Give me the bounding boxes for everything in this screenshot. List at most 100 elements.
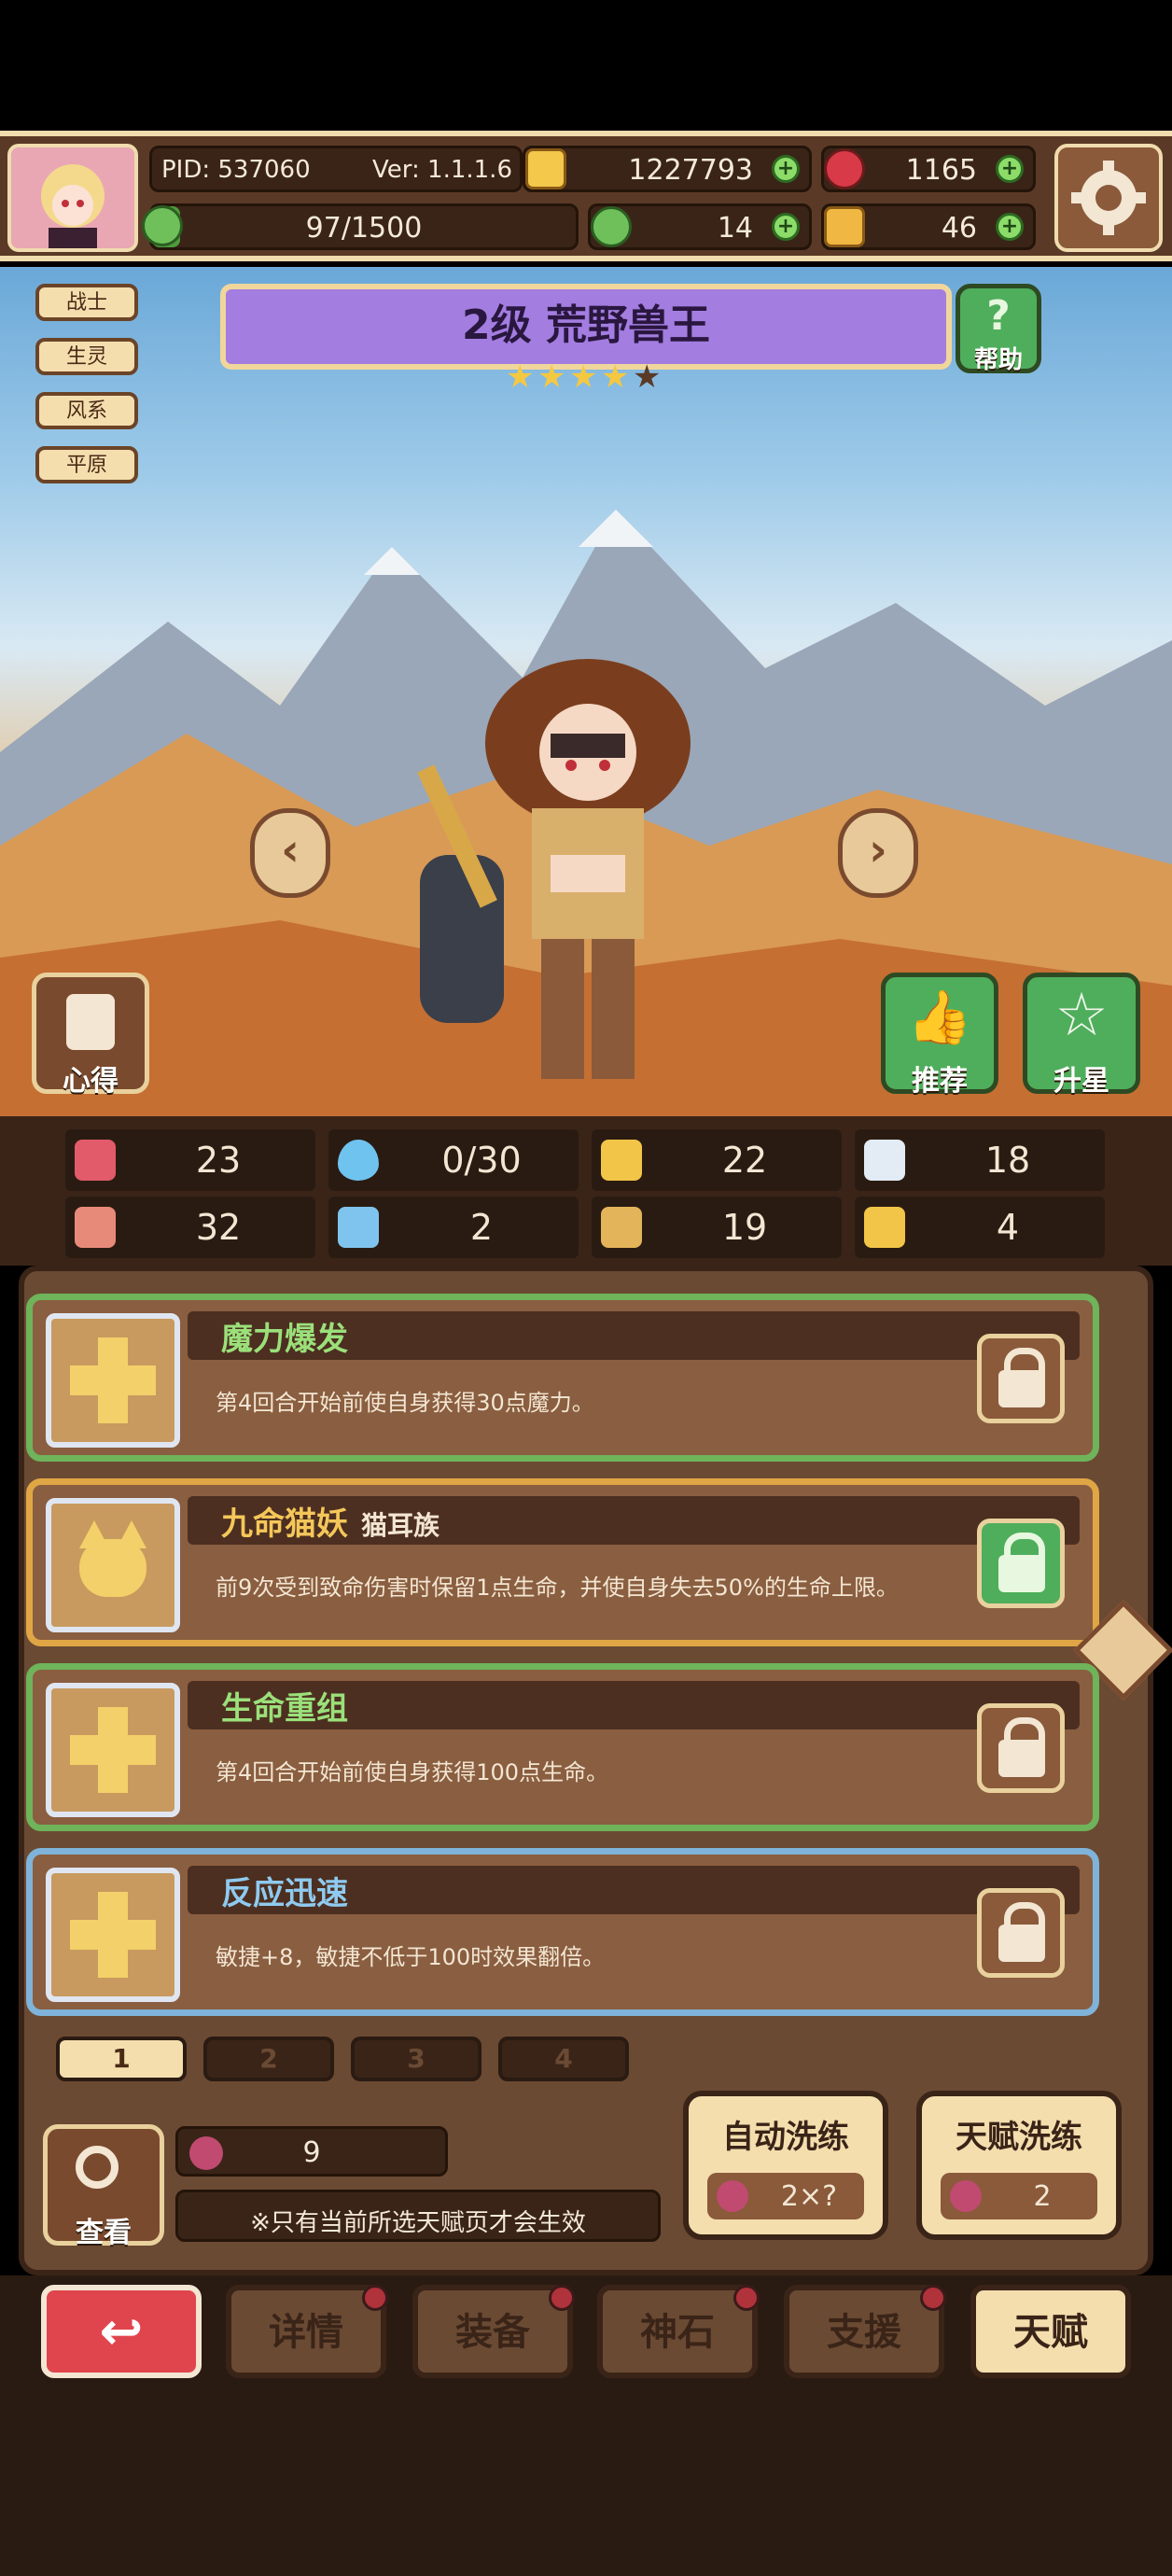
talent-title-row: 魔力爆发 xyxy=(221,1313,361,1359)
unlock-toggle-button[interactable] xyxy=(977,1334,1065,1423)
add-gold-button[interactable]: + xyxy=(772,155,800,183)
gems-panel: 1165 + xyxy=(821,146,1036,192)
add-keys-button[interactable]: + xyxy=(996,213,1024,241)
left-arrow-button[interactable]: ‹ xyxy=(250,808,330,898)
page-tab-label: 1 xyxy=(112,2043,131,2074)
talent-card[interactable]: 魔力爆发 第4回合开始前使自身获得30点魔力。 xyxy=(26,1294,1099,1462)
stat-health: 23 xyxy=(65,1129,315,1191)
talent-description: 前9次受到致命伤害时保留1点生命，并使自身失去50%的生命上限。 xyxy=(216,1575,899,1601)
back-button[interactable]: ↩ xyxy=(41,2285,202,2378)
clover-icon xyxy=(591,206,632,247)
notice-banner: ※只有当前所选天赋页才会生效 xyxy=(175,2190,661,2242)
stat-luck-value: 4 xyxy=(996,1207,1020,1248)
auto-reroll-label: 自动洗练 xyxy=(722,2119,849,2156)
page-tab-label: 2 xyxy=(259,2043,278,2074)
tag-race[interactable]: 生灵 xyxy=(35,338,138,375)
talent-title: 反应迅速 xyxy=(221,1875,348,1912)
stat-attack-value: 32 xyxy=(195,1207,242,1248)
gold-coin-icon xyxy=(525,148,566,189)
view-button[interactable]: 查看 xyxy=(43,2124,164,2249)
lock-toggle-button[interactable] xyxy=(977,1519,1065,1608)
fruit-icon xyxy=(717,2180,748,2212)
notification-dot xyxy=(920,2285,946,2311)
nav-support-button[interactable]: 支援 xyxy=(784,2285,946,2378)
talent-card[interactable]: 生命重组 第4回合开始前使自身获得100点生命。 xyxy=(26,1663,1099,1831)
notes-label: 心得 xyxy=(63,1065,119,1098)
tag-element[interactable]: 风系 xyxy=(35,392,138,429)
talent-reroll-cost-box: 2 xyxy=(941,2173,1097,2219)
star-up-button[interactable]: ☆ 升星 xyxy=(1023,973,1140,1098)
energy-leaf-icon xyxy=(142,205,183,246)
stat-health-value: 23 xyxy=(195,1140,242,1181)
stat-spell: 2 xyxy=(328,1197,579,1258)
red-gem-icon xyxy=(824,148,865,189)
talent-title-row: 生命重组 xyxy=(221,1683,361,1729)
boot-icon xyxy=(601,1207,642,1248)
add-clover-button[interactable]: + xyxy=(772,213,800,241)
talent-reroll-label: 天赋洗练 xyxy=(956,2119,1082,2156)
notebook-icon xyxy=(66,994,115,1050)
fruit-count: 9 xyxy=(302,2136,321,2169)
energy-amount: 97/1500 xyxy=(305,212,423,245)
talent-reroll-cost: 2 xyxy=(1033,2180,1052,2213)
tag-element-label: 风系 xyxy=(65,399,107,423)
top-status-bar: PID: 537060 Ver: 1.1.1.6 1227793 + 1165 … xyxy=(0,131,1172,261)
star-outline-icon: ☆ xyxy=(1054,981,1109,1050)
talent-page-tab-1[interactable]: 1 xyxy=(56,2037,187,2081)
nav-talent-button[interactable]: 天赋 xyxy=(970,2285,1131,2378)
book-icon xyxy=(338,1207,379,1248)
tag-terrain[interactable]: 平原 xyxy=(35,446,138,483)
talent-title-row: 九命猫妖 猫耳族 xyxy=(221,1498,440,1544)
talent-card[interactable]: 反应迅速 敏捷+8，敏捷不低于100时效果翻倍。 xyxy=(26,1848,1099,2016)
stat-agility: 18 xyxy=(855,1129,1105,1191)
avatar-portrait xyxy=(11,147,134,248)
star-up-label: 升星 xyxy=(1053,1065,1109,1098)
right-arrow-button[interactable]: › xyxy=(838,808,918,898)
cat-face-icon xyxy=(46,1498,180,1632)
player-avatar[interactable] xyxy=(7,144,138,252)
star-icon: ★ xyxy=(537,358,566,396)
talent-plus-icon xyxy=(46,1683,180,1817)
stats-panel: 23 0/30 22 18 32 2 19 4 xyxy=(0,1116,1172,1266)
talent-page-tab-3[interactable]: 3 xyxy=(351,2037,481,2081)
fruit-icon xyxy=(950,2180,982,2212)
auto-reroll-cost-box: 2×? xyxy=(707,2173,864,2219)
talent-title: 生命重组 xyxy=(221,1690,348,1728)
nav-details-button[interactable]: 详情 xyxy=(226,2285,388,2378)
nav-equipment-button[interactable]: 装备 xyxy=(412,2285,575,2378)
tag-terrain-label: 平原 xyxy=(65,454,107,477)
tag-class[interactable]: 战士 xyxy=(35,284,138,321)
hero-title-banner: 2级 荒野兽王 xyxy=(220,284,952,370)
star-icon: ★ xyxy=(506,358,535,396)
talent-plus-icon xyxy=(46,1313,180,1448)
settings-button[interactable] xyxy=(1054,144,1163,252)
thumbs-up-icon: 👍 xyxy=(907,987,972,1048)
talent-page-tab-4[interactable]: 4 xyxy=(498,2037,629,2081)
talent-description: 敏捷+8，敏捷不低于100时效果翻倍。 xyxy=(216,1944,606,1970)
shield-icon xyxy=(601,1140,642,1181)
talent-reroll-button[interactable]: 天赋洗练 2 xyxy=(916,2091,1122,2240)
add-gems-button[interactable]: + xyxy=(996,155,1024,183)
hero-character[interactable] xyxy=(392,640,784,1107)
talent-page-tab-2[interactable]: 2 xyxy=(203,2037,334,2081)
fruit-counter: 9 xyxy=(175,2126,448,2177)
page-tab-label: 4 xyxy=(554,2043,573,2074)
nav-godstone-button[interactable]: 神石 xyxy=(597,2285,760,2378)
mana-drop-icon xyxy=(338,1140,379,1181)
notes-button[interactable]: 心得 xyxy=(32,973,149,1098)
help-button[interactable]: ? 帮助 xyxy=(956,284,1041,374)
stat-defense: 22 xyxy=(592,1129,842,1191)
recommend-label: 推荐 xyxy=(912,1065,968,1098)
unlock-toggle-button[interactable] xyxy=(977,1888,1065,1978)
stat-attack: 32 xyxy=(65,1197,315,1258)
talent-card[interactable]: 九命猫妖 猫耳族 前9次受到致命伤害时保留1点生命，并使自身失去50%的生命上限。 xyxy=(26,1478,1099,1646)
nav-label: 神石 xyxy=(640,2311,715,2354)
talent-title: 九命猫妖 xyxy=(221,1505,348,1543)
unlock-toggle-button[interactable] xyxy=(977,1703,1065,1793)
recommend-button[interactable]: 👍 推荐 xyxy=(881,973,998,1098)
stat-speed: 19 xyxy=(592,1197,842,1258)
talent-plus-icon xyxy=(46,1868,180,2002)
hero-level-name: 2级 荒野兽王 xyxy=(462,301,710,349)
auto-reroll-button[interactable]: 自动洗练 2×? xyxy=(683,2091,888,2240)
nav-label: 详情 xyxy=(269,2311,343,2354)
